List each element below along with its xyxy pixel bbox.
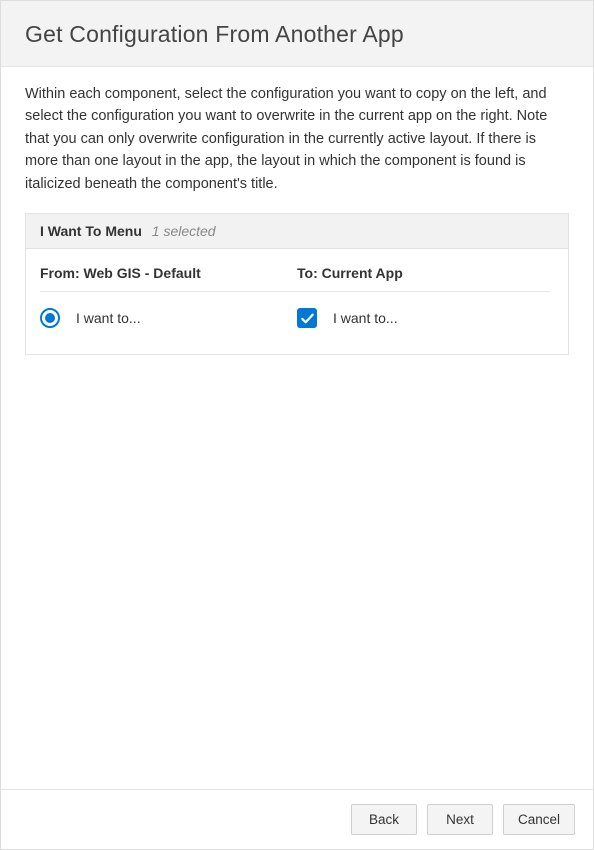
component-panel: I Want To Menu 1 selected From: Web GIS … [25, 213, 569, 355]
back-button[interactable]: Back [351, 804, 417, 835]
panel-body: From: Web GIS - Default I want to... To:… [26, 249, 568, 354]
panel-selected-count: 1 selected [152, 223, 216, 239]
panel-title: I Want To Menu [40, 223, 142, 239]
to-heading: To: Current App [297, 265, 550, 292]
to-option-label: I want to... [333, 310, 398, 326]
from-option-row[interactable]: I want to... [40, 308, 297, 332]
from-option-label: I want to... [76, 310, 141, 326]
radio-selected-icon[interactable] [40, 308, 60, 328]
dialog-footer: Back Next Cancel [1, 789, 593, 849]
cancel-button[interactable]: Cancel [503, 804, 575, 835]
to-option-row[interactable]: I want to... [297, 308, 554, 332]
from-column: From: Web GIS - Default I want to... [40, 265, 297, 332]
panel-header: I Want To Menu 1 selected [26, 214, 568, 249]
description-text: Within each component, select the config… [25, 83, 569, 195]
dialog-title: Get Configuration From Another App [25, 21, 569, 48]
dialog-content: Within each component, select the config… [1, 67, 593, 789]
checkbox-checked-icon[interactable] [297, 308, 317, 328]
dialog-header: Get Configuration From Another App [1, 1, 593, 67]
from-heading: From: Web GIS - Default [40, 265, 297, 292]
next-button[interactable]: Next [427, 804, 493, 835]
to-column: To: Current App I want to... [297, 265, 554, 332]
